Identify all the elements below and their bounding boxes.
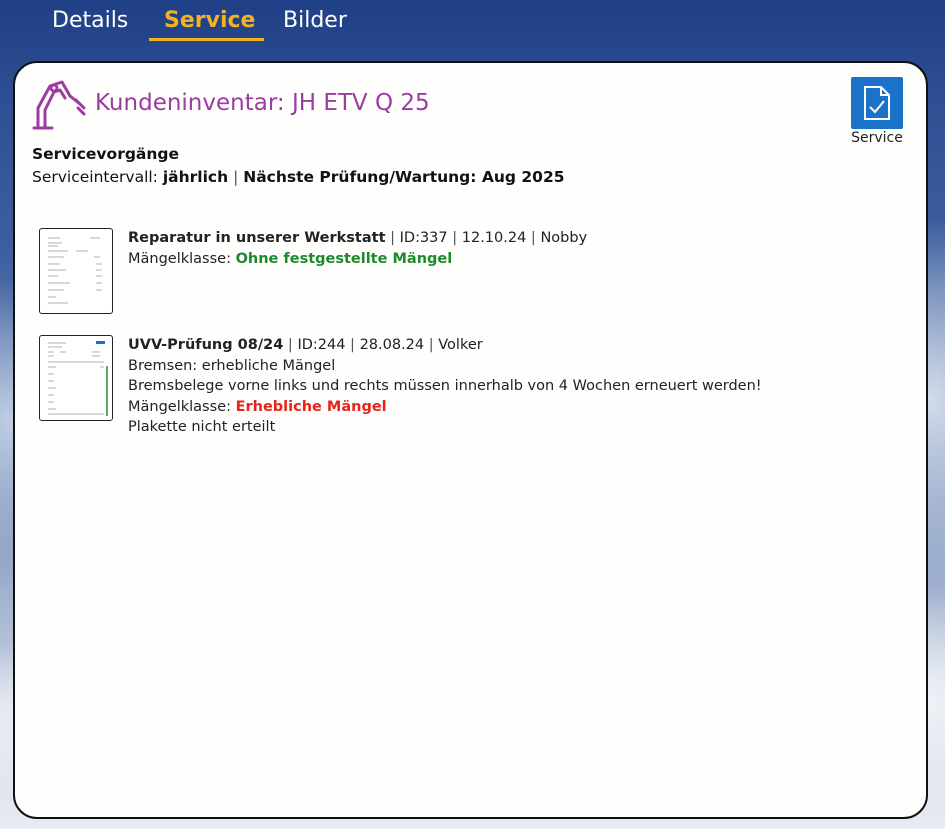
record-id: ID:244 xyxy=(297,337,346,353)
defect-class-label: Mängelklasse: xyxy=(128,398,236,415)
separator: | xyxy=(424,337,439,353)
section-title: Servicevorgänge xyxy=(32,145,180,163)
separator: | xyxy=(526,230,541,246)
service-panel: Kundeninventar: JH ETV Q 25 Service Serv… xyxy=(13,61,928,819)
document-thumbnail[interactable] xyxy=(39,335,113,421)
active-tab-indicator xyxy=(149,38,264,41)
service-button-label: Service xyxy=(851,130,903,146)
defect-class-value: Ohne festgestellte Mängel xyxy=(235,250,453,267)
record-details: Reparatur in unserer Werkstatt | ID:337 … xyxy=(128,228,587,269)
record-details: UVV-Prüfung 08/24 | ID:244 | 28.08.24 | … xyxy=(128,335,762,438)
document-thumbnail[interactable] xyxy=(39,228,113,314)
next-check: Nächste Prüfung/Wartung: Aug 2025 xyxy=(243,168,565,186)
separator: | xyxy=(283,337,298,353)
record-note: Plakette nicht erteilt xyxy=(128,419,276,435)
checked-document-icon xyxy=(864,86,890,120)
record-date: 12.10.24 xyxy=(461,230,527,246)
service-interval-line: Serviceintervall: jährlich | Nächste Prü… xyxy=(32,167,565,188)
tab-service[interactable]: Service xyxy=(164,4,255,38)
separator: | xyxy=(447,230,462,246)
record-header: UVV-Prüfung 08/24 | ID:244 | 28.08.24 | … xyxy=(128,335,762,356)
forklift-arm-icon xyxy=(32,80,86,130)
defect-class-value: Erhebliche Mängel xyxy=(235,398,387,415)
document-preview-icon xyxy=(46,234,106,308)
record-note: Bremsen: erhebliche Mängel xyxy=(128,357,336,374)
tab-bar: Details Service Bilder xyxy=(0,0,945,60)
separator: | xyxy=(345,337,360,353)
service-button[interactable] xyxy=(851,77,903,129)
interval-label: Serviceintervall: xyxy=(32,168,163,186)
record-note: Bremsbelege vorne links und rechts müsse… xyxy=(128,378,762,394)
record-user: Volker xyxy=(438,337,483,353)
record-date: 28.08.24 xyxy=(359,337,425,353)
record-header: Reparatur in unserer Werkstatt | ID:337 … xyxy=(128,228,587,249)
defect-class-label: Mängelklasse: xyxy=(128,250,236,267)
page-title: Kundeninventar: JH ETV Q 25 xyxy=(95,90,430,116)
separator: | xyxy=(385,230,400,246)
record-user: Nobby xyxy=(540,230,588,246)
interval-value: jährlich xyxy=(162,168,229,186)
separator: | xyxy=(228,168,244,186)
defect-class-line: Mängelklasse: Ohne festgestellte Mängel xyxy=(128,249,587,270)
tab-bilder[interactable]: Bilder xyxy=(283,4,347,38)
record-id: ID:337 xyxy=(399,230,448,246)
document-preview-icon xyxy=(46,341,108,416)
tab-details[interactable]: Details xyxy=(52,4,128,38)
defect-class-line: Mängelklasse: Erhebliche Mängel xyxy=(128,397,762,418)
record-title: UVV-Prüfung 08/24 xyxy=(128,337,284,353)
record-title: Reparatur in unserer Werkstatt xyxy=(128,230,386,246)
